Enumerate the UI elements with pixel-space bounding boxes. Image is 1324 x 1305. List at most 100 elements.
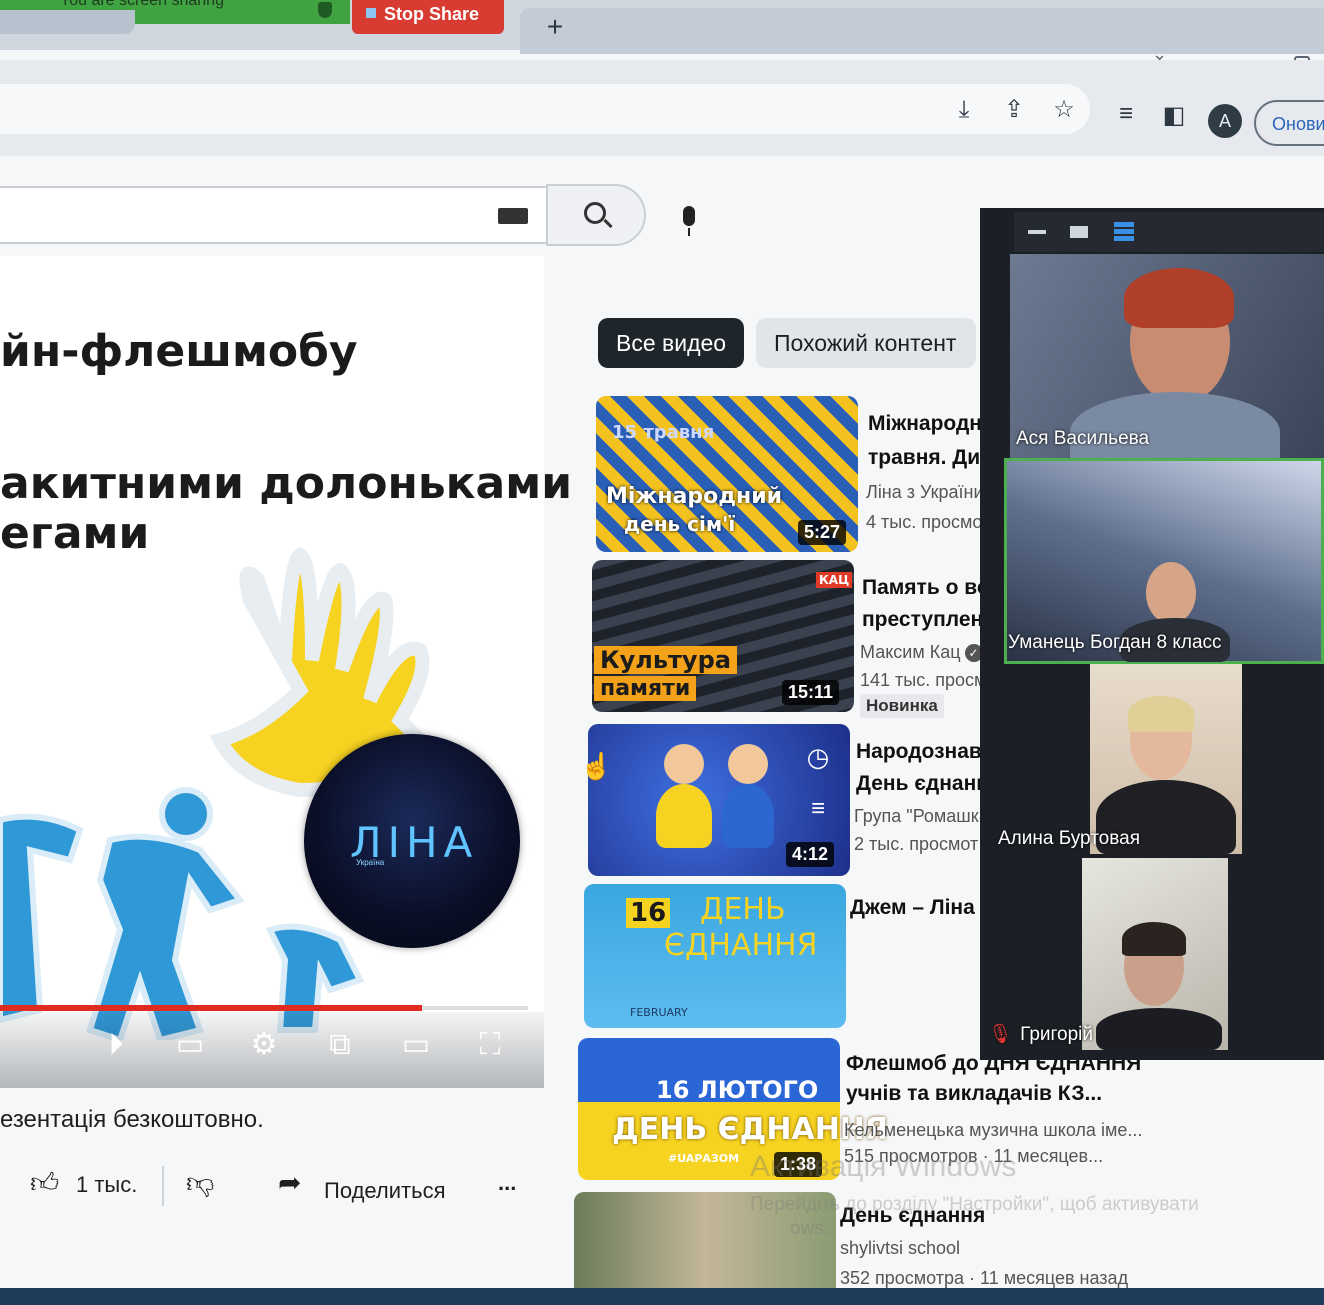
subtitles-icon[interactable]: ▭ xyxy=(170,1028,210,1064)
thumbnail-text: Культура xyxy=(594,646,737,674)
screenshot-root: You are screen sharing Stop Share + ⌄ ⤓ … xyxy=(0,0,1324,1305)
participant-name: Уманець Богдан 8 класс xyxy=(1008,632,1222,653)
recommendation-meta: 2 тыс. просмот xyxy=(854,834,979,854)
settings-gear-icon[interactable]: ⚙ xyxy=(244,1028,284,1064)
participant-video-body xyxy=(1096,1008,1222,1050)
windows-activation-hint: Перейдіть до розділу "Настройки", щоб ак… xyxy=(750,1194,1199,1215)
thumbnail-tag: КАЦ xyxy=(816,572,853,588)
recommendation-meta: 352 просмотра · 11 месяцев назад xyxy=(840,1268,1129,1288)
watch-later-icon[interactable]: ◷ xyxy=(798,740,838,776)
cartoon-girl-dress xyxy=(656,784,712,848)
participant-name: Григорій xyxy=(1020,1024,1094,1045)
browser-tab[interactable] xyxy=(0,10,135,34)
thumbnail-hashtag: #UAРАЗОМ xyxy=(668,1152,740,1165)
recommendation-channel[interactable]: Кельменецька музична школа іме... xyxy=(844,1120,1142,1141)
add-to-queue-icon[interactable]: ≡ xyxy=(798,792,838,828)
tab-bar-area xyxy=(520,8,1324,54)
participant-video-hair xyxy=(1124,268,1234,328)
participant-video-hair xyxy=(1122,922,1186,956)
recommendation-channel[interactable]: shylivtsi school xyxy=(840,1238,960,1259)
cartoon-girl xyxy=(664,744,704,784)
new-badge: Новинка xyxy=(860,694,944,718)
video-duration: 5:27 xyxy=(798,520,847,545)
windows-taskbar xyxy=(0,1288,1324,1305)
windows-activation-hint-tail: ows. xyxy=(790,1218,830,1239)
miniplayer-icon[interactable]: ⧉ xyxy=(320,1028,360,1064)
autoplay-toggle-icon[interactable]: ⏵ xyxy=(96,1028,136,1064)
chip-all-videos[interactable]: Все видео xyxy=(598,318,744,368)
fullscreen-icon[interactable]: ⛶ xyxy=(470,1028,510,1064)
participant-name-row: 🎙︎ Григорій xyxy=(988,1022,1093,1046)
thumbnail-date-number: 16 xyxy=(626,898,671,928)
search-button[interactable] xyxy=(546,184,646,246)
share-button[interactable]: Поделиться xyxy=(324,1178,445,1204)
recommendation-channel[interactable]: Максим Кац ✓ xyxy=(860,642,983,663)
thumbnail-text: день сім'ї xyxy=(624,512,736,536)
participant-video-hair xyxy=(1128,696,1194,732)
address-bar[interactable] xyxy=(0,84,1090,134)
thumbnail-text: ДЕНЬ xyxy=(700,892,786,927)
recommendation-channel[interactable]: Група "Ромашка xyxy=(854,806,989,827)
update-button[interactable]: Онови xyxy=(1254,100,1324,146)
thumbnail-text: ЄДНАННЯ xyxy=(664,928,818,963)
zoom-view-icon[interactable] xyxy=(1070,226,1088,238)
lina-logo-subtext: Україна xyxy=(356,858,385,867)
theater-mode-icon[interactable]: ▭ xyxy=(396,1028,436,1064)
recommendation-title[interactable]: учнів та викладачів КЗ... xyxy=(846,1082,1102,1106)
cartoon-boy xyxy=(728,744,768,784)
video-description: езентація безкоштовно. xyxy=(0,1106,264,1133)
video-duration: 4:12 xyxy=(786,842,835,867)
figure-head xyxy=(159,787,213,841)
side-panel-icon[interactable]: ◧ xyxy=(1160,102,1188,130)
profile-avatar[interactable]: A xyxy=(1208,104,1242,138)
mic-capsule xyxy=(683,206,695,226)
blue-figure-left xyxy=(0,813,84,1024)
search-input[interactable] xyxy=(0,186,548,244)
mic-stem xyxy=(688,228,690,236)
thumbnail-text: Міжнародний xyxy=(606,484,783,509)
search-icon-handle xyxy=(603,218,613,229)
like-divider xyxy=(162,1166,164,1206)
shield-icon[interactable] xyxy=(318,2,332,18)
participant-name: Ася Васильева xyxy=(1016,428,1150,449)
stop-share-button[interactable]: Stop Share xyxy=(352,0,504,34)
participant-name: Алина Буртовая xyxy=(998,828,1140,849)
thumbnail-text: памяти xyxy=(594,676,697,701)
stop-icon xyxy=(366,8,376,18)
slide-title-line1: йн-флешмобу xyxy=(0,326,358,377)
share-arrow-icon[interactable]: ➦ xyxy=(278,1166,301,1199)
like-icon[interactable]: 👍︎ xyxy=(30,1166,59,1200)
dislike-icon[interactable]: 👎︎ xyxy=(186,1166,214,1200)
progress-bar-played xyxy=(0,1005,423,1011)
mouse-hand-cursor-icon: ☝ xyxy=(580,751,613,781)
thumbnail-text: 16 ЛЮТОГО xyxy=(656,1076,819,1104)
chip-related-content[interactable]: Похожий контент xyxy=(756,318,976,368)
like-count[interactable]: 1 тыс. xyxy=(76,1172,137,1198)
slide-title-line2: акитними долоньками xyxy=(0,458,573,509)
reading-list-icon[interactable]: ≡ xyxy=(1112,100,1140,128)
recommendation-title[interactable]: Джем – Ліна xyxy=(850,896,975,920)
cartoon-boy-shirt xyxy=(722,784,774,848)
microphone-icon[interactable] xyxy=(680,206,698,236)
zoom-minimize-icon[interactable] xyxy=(1028,230,1046,234)
thumbnail-text: 15 травня xyxy=(612,422,715,443)
keyboard-icon[interactable] xyxy=(498,208,528,224)
zoom-gallery-view-icon[interactable] xyxy=(1114,222,1134,242)
recommendation-meta: 141 тыс. просм xyxy=(860,670,987,690)
channel-name: Максим Кац xyxy=(860,642,961,662)
new-tab-button[interactable]: + xyxy=(540,12,570,42)
bookmark-star-icon[interactable]: ☆ xyxy=(1050,96,1078,124)
install-icon[interactable]: ⤓ xyxy=(950,96,978,124)
recommendation-title[interactable]: Народознавс xyxy=(856,740,993,764)
windows-activation-watermark: Активація Windows xyxy=(750,1150,1017,1183)
more-actions-button[interactable]: ... xyxy=(498,1170,516,1196)
sharing-banner-text: You are screen sharing xyxy=(60,0,224,9)
participant-video-face xyxy=(1146,562,1196,624)
video-duration: 15:11 xyxy=(782,680,840,705)
muted-microphone-icon: 🎙︎ xyxy=(988,1024,1013,1045)
stop-share-label: Stop Share xyxy=(384,4,480,24)
thumbnail-caption: FEBRUARY xyxy=(630,1006,688,1019)
share-icon[interactable]: ⇪ xyxy=(1000,96,1028,124)
recommendation-channel[interactable]: Ліна з України xyxy=(866,482,984,503)
zoom-panel-titlebar xyxy=(1014,212,1324,252)
